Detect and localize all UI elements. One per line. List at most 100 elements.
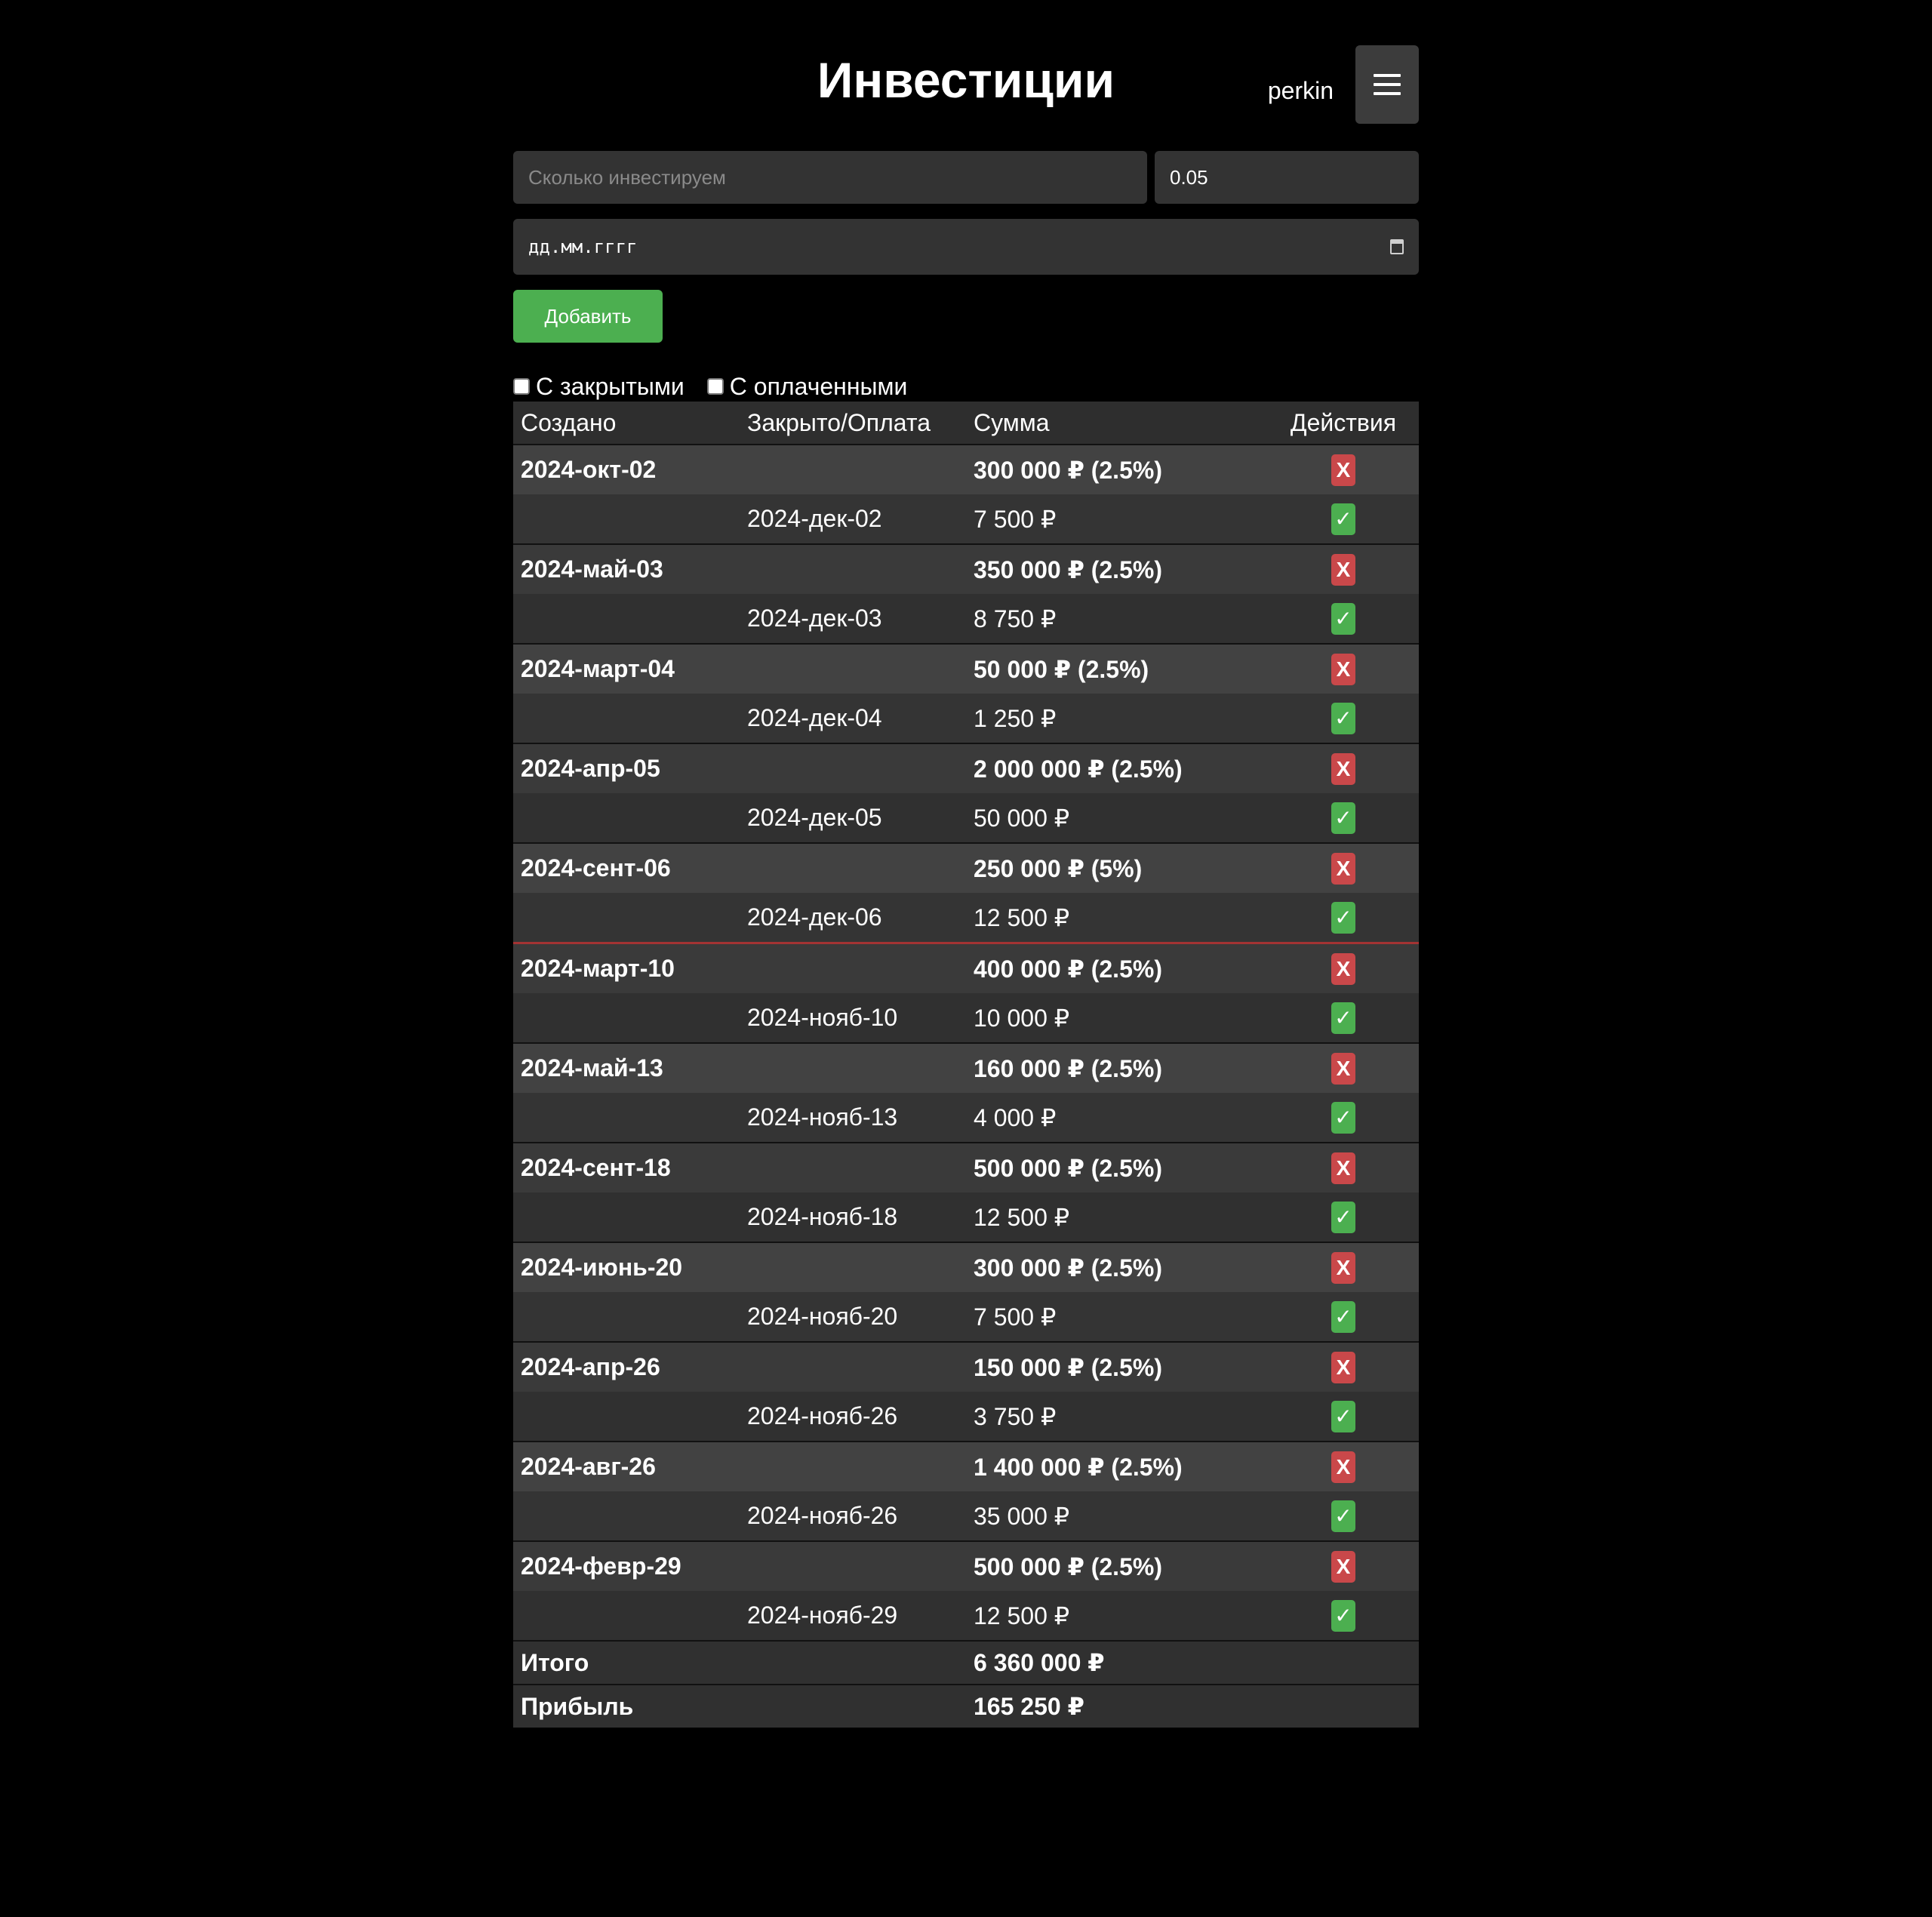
header-actions: Действия <box>1268 402 1419 445</box>
created-date: 2024-май-13 <box>513 1043 740 1093</box>
payment-date: 2024-дек-03 <box>740 594 966 645</box>
created-date: 2024-апр-05 <box>513 743 740 793</box>
date-input[interactable]: дд.мм.гггг <box>513 219 1419 275</box>
investment-group: 2024-март-10 400 000 ₽ (2.5%) X 2024-нояб-1… <box>513 943 1419 1044</box>
investment-row: 2024-март-10 400 000 ₽ (2.5%) X <box>513 943 1419 993</box>
investment-group: 2024-сент-06 250 000 ₽ (5%) X 2024-дек-06 12… <box>513 843 1419 944</box>
payment-amount: 1 250 ₽ <box>966 694 1268 744</box>
payment-amount: 7 500 ₽ <box>966 494 1268 545</box>
investment-row: 2024-сент-06 250 000 ₽ (5%) X <box>513 843 1419 893</box>
total-label: Итого <box>513 1640 740 1685</box>
hamburger-icon <box>1374 74 1401 77</box>
header: Инвестиции perkin <box>513 45 1419 124</box>
delete-button[interactable]: X <box>1331 1351 1355 1383</box>
confirm-payment-button[interactable]: ✓ <box>1331 1201 1355 1233</box>
delete-button[interactable]: X <box>1331 1052 1355 1085</box>
confirm-payment-button[interactable]: ✓ <box>1331 802 1355 834</box>
payment-amount: 35 000 ₽ <box>966 1491 1268 1542</box>
payment-date: 2024-нояб-26 <box>740 1491 966 1542</box>
username[interactable]: perkin <box>1268 75 1334 106</box>
header-created: Создано <box>513 402 740 445</box>
payment-date: 2024-нояб-13 <box>740 1093 966 1143</box>
filter-closed[interactable]: С закрытыми <box>513 373 685 401</box>
delete-button[interactable]: X <box>1331 752 1355 785</box>
payment-row: 2024-нояб-10 10 000 ₽ ✓ <box>513 993 1419 1044</box>
invest-amount: 2 000 000 ₽ (2.5%) <box>966 743 1268 793</box>
payment-row: 2024-нояб-20 7 500 ₽ ✓ <box>513 1292 1419 1343</box>
created-date: 2024-авг-26 <box>513 1442 740 1491</box>
created-date: 2024-май-03 <box>513 544 740 594</box>
payment-date: 2024-нояб-18 <box>740 1192 966 1243</box>
rate-input[interactable]: 0.05 <box>1155 151 1419 204</box>
investment-row: 2024-февр-29 500 000 ₽ (2.5%) X <box>513 1541 1419 1591</box>
profit-label: Прибыль <box>513 1684 740 1728</box>
delete-button[interactable]: X <box>1331 1550 1355 1583</box>
invest-amount: 350 000 ₽ (2.5%) <box>966 544 1268 594</box>
investment-group: 2024-май-03 350 000 ₽ (2.5%) X 2024-дек-03 8… <box>513 544 1419 645</box>
confirm-payment-button[interactable]: ✓ <box>1331 602 1355 635</box>
menu-button[interactable] <box>1355 45 1419 124</box>
delete-button[interactable]: X <box>1331 952 1355 985</box>
delete-button[interactable]: X <box>1331 1152 1355 1184</box>
payment-date: 2024-дек-02 <box>740 494 966 545</box>
delete-button[interactable]: X <box>1331 1251 1355 1284</box>
investment-row: 2024-март-04 50 000 ₽ (2.5%) X <box>513 644 1419 694</box>
created-date: 2024-апр-26 <box>513 1342 740 1392</box>
add-button[interactable]: Добавить <box>513 290 663 343</box>
total-value: 6 360 000 ₽ <box>966 1640 1268 1685</box>
created-date: 2024-сент-06 <box>513 843 740 893</box>
investments-table: Создано Закрыто/Оплата Сумма Действия 20… <box>513 402 1419 1728</box>
confirm-payment-button[interactable]: ✓ <box>1331 901 1355 934</box>
payment-date: 2024-нояб-26 <box>740 1392 966 1442</box>
filter-paid[interactable]: С оплаченными <box>706 372 908 401</box>
calendar-icon[interactable] <box>1390 239 1404 254</box>
payment-date: 2024-нояб-10 <box>740 993 966 1044</box>
confirm-payment-button[interactable]: ✓ <box>1331 1500 1355 1532</box>
profit-value: 165 250 ₽ <box>966 1684 1268 1728</box>
investment-group: 2024-март-04 50 000 ₽ (2.5%) X 2024-дек-04 1… <box>513 644 1419 744</box>
filters: С закрытыми С оплаченными <box>513 373 1419 400</box>
payment-row: 2024-нояб-13 4 000 ₽ ✓ <box>513 1093 1419 1143</box>
payment-amount: 7 500 ₽ <box>966 1292 1268 1343</box>
investment-row: 2024-апр-05 2 000 000 ₽ (2.5%) X <box>513 743 1419 793</box>
payment-row: 2024-нояб-26 35 000 ₽ ✓ <box>513 1491 1419 1542</box>
invest-amount: 400 000 ₽ (2.5%) <box>966 943 1268 993</box>
amount-input[interactable]: Сколько инвестируем <box>513 151 1147 204</box>
invest-amount: 50 000 ₽ (2.5%) <box>966 644 1268 694</box>
created-date: 2024-март-10 <box>513 943 740 993</box>
confirm-payment-button[interactable]: ✓ <box>1331 1002 1355 1034</box>
delete-button[interactable]: X <box>1331 653 1355 685</box>
invest-amount: 300 000 ₽ (2.5%) <box>966 445 1268 494</box>
amount-rate-row: Сколько инвестируем 0.05 <box>513 151 1419 204</box>
closed-checkbox[interactable] <box>513 378 530 395</box>
header-closed: Закрыто/Оплата <box>740 402 966 445</box>
created-date: 2024-март-04 <box>513 644 740 694</box>
page: Инвестиции perkin Сколько инвестируем 0.… <box>513 45 1419 1728</box>
paid-checkbox[interactable] <box>706 378 724 395</box>
confirm-payment-button[interactable]: ✓ <box>1331 1300 1355 1333</box>
delete-button[interactable]: X <box>1331 1451 1355 1483</box>
delete-button[interactable]: X <box>1331 454 1355 486</box>
confirm-payment-button[interactable]: ✓ <box>1331 1400 1355 1432</box>
invest-amount: 150 000 ₽ (2.5%) <box>966 1342 1268 1392</box>
payment-date: 2024-нояб-20 <box>740 1292 966 1343</box>
confirm-payment-button[interactable]: ✓ <box>1331 1101 1355 1134</box>
payment-row: 2024-дек-05 50 000 ₽ ✓ <box>513 793 1419 844</box>
delete-button[interactable]: X <box>1331 852 1355 885</box>
confirm-payment-button[interactable]: ✓ <box>1331 503 1355 535</box>
payment-amount: 3 750 ₽ <box>966 1392 1268 1442</box>
invest-amount: 500 000 ₽ (2.5%) <box>966 1541 1268 1591</box>
investment-row: 2024-май-13 160 000 ₽ (2.5%) X <box>513 1043 1419 1093</box>
investment-row: 2024-июнь-20 300 000 ₽ (2.5%) X <box>513 1242 1419 1292</box>
paid-checkbox-label: С оплаченными <box>729 372 908 400</box>
payment-date: 2024-дек-05 <box>740 793 966 844</box>
payment-date: 2024-нояб-29 <box>740 1591 966 1642</box>
table-header-row: Создано Закрыто/Оплата Сумма Действия <box>513 402 1419 445</box>
confirm-payment-button[interactable]: ✓ <box>1331 1599 1355 1632</box>
payment-amount: 10 000 ₽ <box>966 993 1268 1044</box>
payment-date: 2024-дек-04 <box>740 694 966 744</box>
invest-amount: 160 000 ₽ (2.5%) <box>966 1043 1268 1093</box>
payment-row: 2024-дек-03 8 750 ₽ ✓ <box>513 594 1419 645</box>
delete-button[interactable]: X <box>1331 553 1355 586</box>
confirm-payment-button[interactable]: ✓ <box>1331 702 1355 734</box>
